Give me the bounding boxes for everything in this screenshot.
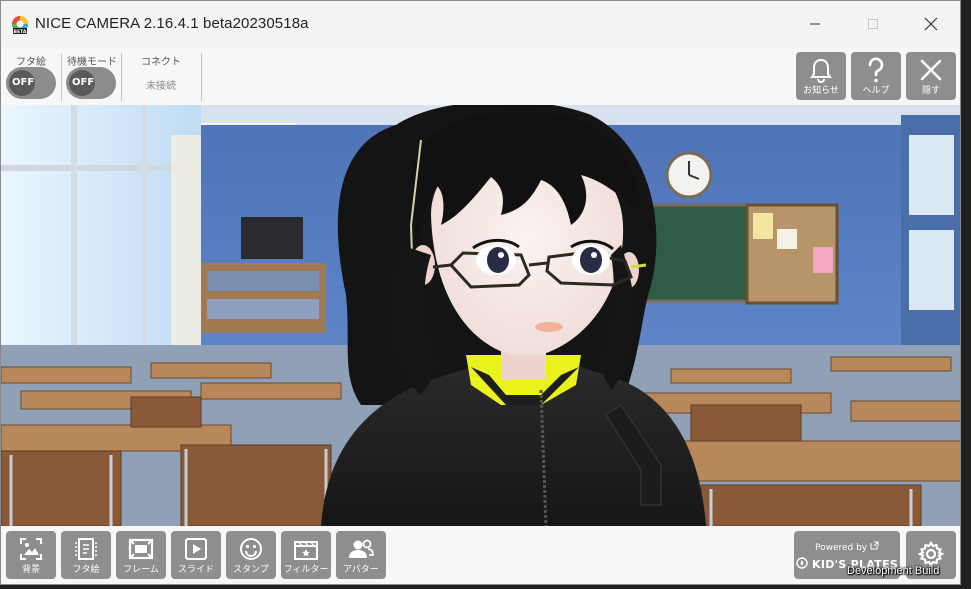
avatar-label: アバター [343,565,379,575]
standby-mode-label: 待機モード [67,57,117,68]
powered-by-line: Powered by [814,543,868,553]
frame-button[interactable]: フレーム [116,531,166,579]
maximize-icon [868,19,878,29]
connect-group[interactable]: コネクト 未接続 [121,47,201,103]
smiley-icon [240,538,262,560]
frame-label: フレーム [123,565,159,575]
minimize-icon [810,23,820,25]
camera-preview[interactable] [1,105,960,526]
divider [61,53,62,101]
bottom-toolbar: 背景 フタ絵 フレーム スライド スタンプ フィルター アバター Powered… [1,526,960,584]
minimize-button[interactable] [786,1,844,47]
maximize-button[interactable] [844,1,902,47]
notifications-button[interactable]: お知らせ [796,52,846,100]
help-button[interactable]: ヘルプ [851,52,901,100]
lid-picture-button-label: フタ絵 [72,565,100,575]
lid-picture-toggle[interactable]: OFF [6,67,56,99]
notifications-label: お知らせ [803,86,839,96]
close-window-button[interactable] [902,1,960,47]
stamp-button[interactable]: スタンプ [226,531,276,579]
help-label: ヘルプ [862,86,890,96]
slide-label: スライド [177,565,214,575]
app-logo-icon: BETA [12,16,28,35]
hide-label: 隠す [921,86,940,96]
image-icon [20,538,42,560]
window-title: NICE CAMERA 2.16.4.1 beta20230518a [35,15,309,32]
lid-picture-toggle-text: OFF [12,77,35,88]
compass-icon [796,557,808,569]
lid-picture-button[interactable]: フタ絵 [61,531,111,579]
stamp-label: スタンプ [233,565,269,575]
people-icon [349,539,374,558]
title-bar[interactable]: BETA NICE CAMERA 2.16.4.1 beta20230518a [1,1,960,47]
background-label: 背景 [21,565,40,575]
slide-button[interactable]: スライド [171,531,221,579]
standby-mode-toggle[interactable]: OFF [66,67,116,99]
lid-picture-icon [75,538,97,560]
standby-mode-group: 待機モード OFF [63,47,121,103]
close-icon [920,59,942,81]
standby-mode-toggle-text: OFF [72,77,95,88]
filter-button[interactable]: フィルター [281,531,331,579]
powered-by-text: Powered by [794,541,900,553]
filter-label: フィルター [283,565,329,575]
bell-icon [810,58,832,83]
clapper-icon [294,541,318,560]
app-window: BETA NICE CAMERA 2.16.4.1 beta20230518a … [0,0,961,585]
lid-picture-label: フタ絵 [16,57,46,68]
question-icon [868,57,884,83]
connect-status: 未接続 [146,81,176,92]
play-icon [185,538,207,560]
connect-label: コネクト [141,57,181,68]
logo-badge-text: BETA [14,29,27,35]
hide-button[interactable]: 隠す [906,52,956,100]
development-build-label: Development Build [847,565,940,577]
frame-icon [128,538,154,560]
avatar-button[interactable]: アバター [336,531,386,579]
lid-picture-group: フタ絵 OFF [3,47,59,103]
external-link-icon [870,541,879,550]
divider [201,53,202,101]
background-button[interactable]: 背景 [6,531,56,579]
classroom-avatar-scene [1,105,960,526]
top-toolbar: フタ絵 OFF 待機モード OFF コネクト 未接続 お知らせ ヘルプ 隠す [1,47,960,105]
gear-icon [918,541,944,567]
close-icon [924,17,938,31]
